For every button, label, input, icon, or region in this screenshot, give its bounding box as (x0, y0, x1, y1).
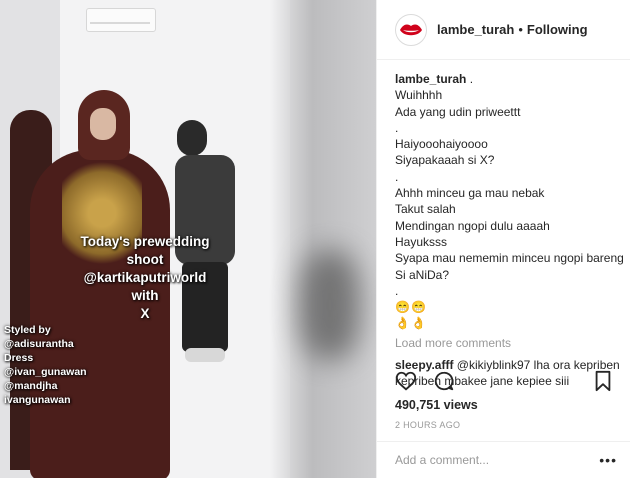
caption-author[interactable]: lambe_turah (395, 72, 466, 86)
bookmark-icon (595, 370, 611, 392)
comment-box: Add a comment... ••• (377, 441, 630, 478)
header-username[interactable]: lambe_turah (437, 22, 514, 37)
motion-blur (270, 0, 376, 478)
post-header: lambe_turah • Following (377, 0, 630, 60)
post-video[interactable]: Today's prewedding shoot @kartikaputriwo… (0, 0, 376, 478)
caption-line: . (395, 169, 399, 184)
overlay-line: with (131, 288, 159, 303)
credit-line: ivangunawan (4, 394, 71, 406)
heart-icon (395, 371, 417, 391)
overlay-line: X (140, 306, 150, 321)
blurred-figure (300, 250, 360, 360)
credit-line: Styled by (4, 324, 51, 336)
caption-line: . (395, 283, 399, 298)
man-shoe (185, 348, 225, 362)
caption-line: Haiyooohaiyoooo (395, 137, 488, 152)
video-overlay-caption: Today's prewedding shoot @kartikaputriwo… (60, 233, 230, 323)
caption-line: Si aNiDa? (395, 267, 450, 282)
avatar[interactable] (395, 13, 427, 46)
man-head (177, 120, 207, 156)
caption-line: Ada yang udin priweettt (395, 104, 521, 119)
credit-line: Dress (4, 352, 34, 364)
comments-section: lambe_turah . Wuihhhh Ada yang udin priw… (377, 60, 630, 390)
action-bar (395, 370, 613, 394)
caption-line: Wuihhhh (395, 88, 443, 103)
caption-line: . (466, 72, 474, 86)
post-window: Today's prewedding shoot @kartikaputriwo… (0, 0, 630, 478)
credit-line: @mandjha (4, 380, 58, 392)
video-credits: Styled by @adisurantha Dress @ivan_gunaw… (4, 323, 87, 407)
following-button[interactable]: Following (527, 22, 588, 37)
caption-line: Syapa mau nememin minceu ngopi bareng (395, 251, 624, 266)
view-count: 490,751 views (395, 398, 478, 412)
caption-first-line: lambe_turah . (395, 71, 630, 87)
caption-line: Takut salah (395, 202, 456, 217)
post-sidebar: lambe_turah • Following lambe_turah . Wu… (376, 0, 630, 478)
caption-line: Siyapakaaah si X? (395, 153, 495, 168)
post-timestamp[interactable]: 2 HOURS AGO (395, 420, 460, 430)
add-comment-input[interactable]: Add a comment... (395, 453, 489, 467)
air-conditioner-vent (90, 22, 150, 24)
air-conditioner (86, 8, 156, 32)
caption-line: Mendingan ngopi dulu aaaah (395, 218, 550, 233)
header-separator: • (518, 22, 523, 37)
overlay-line: Today's prewedding (80, 234, 210, 249)
caption-emoji-line: 😁😁 (395, 300, 427, 315)
overlay-line: @kartikaputriworld (83, 270, 207, 285)
credit-line: @ivan_gunawan (4, 366, 87, 378)
comment-button[interactable] (433, 370, 455, 397)
comment-bubble-icon (434, 371, 454, 391)
lips-avatar-icon (400, 24, 422, 35)
caption-line: Ahhh minceu ga mau nebak (395, 186, 545, 201)
caption-line: . (395, 120, 399, 135)
credit-line: @adisurantha (4, 338, 74, 350)
caption-emoji-line: 👌👌 (395, 316, 427, 331)
caption-line: Hayuksss (395, 234, 448, 249)
like-button[interactable] (395, 370, 417, 397)
overlay-line: shoot (126, 252, 164, 267)
more-options-button[interactable]: ••• (599, 452, 617, 468)
woman-face (90, 108, 116, 140)
save-button[interactable] (593, 370, 613, 397)
load-more-comments-button[interactable]: Load more comments (395, 335, 630, 351)
